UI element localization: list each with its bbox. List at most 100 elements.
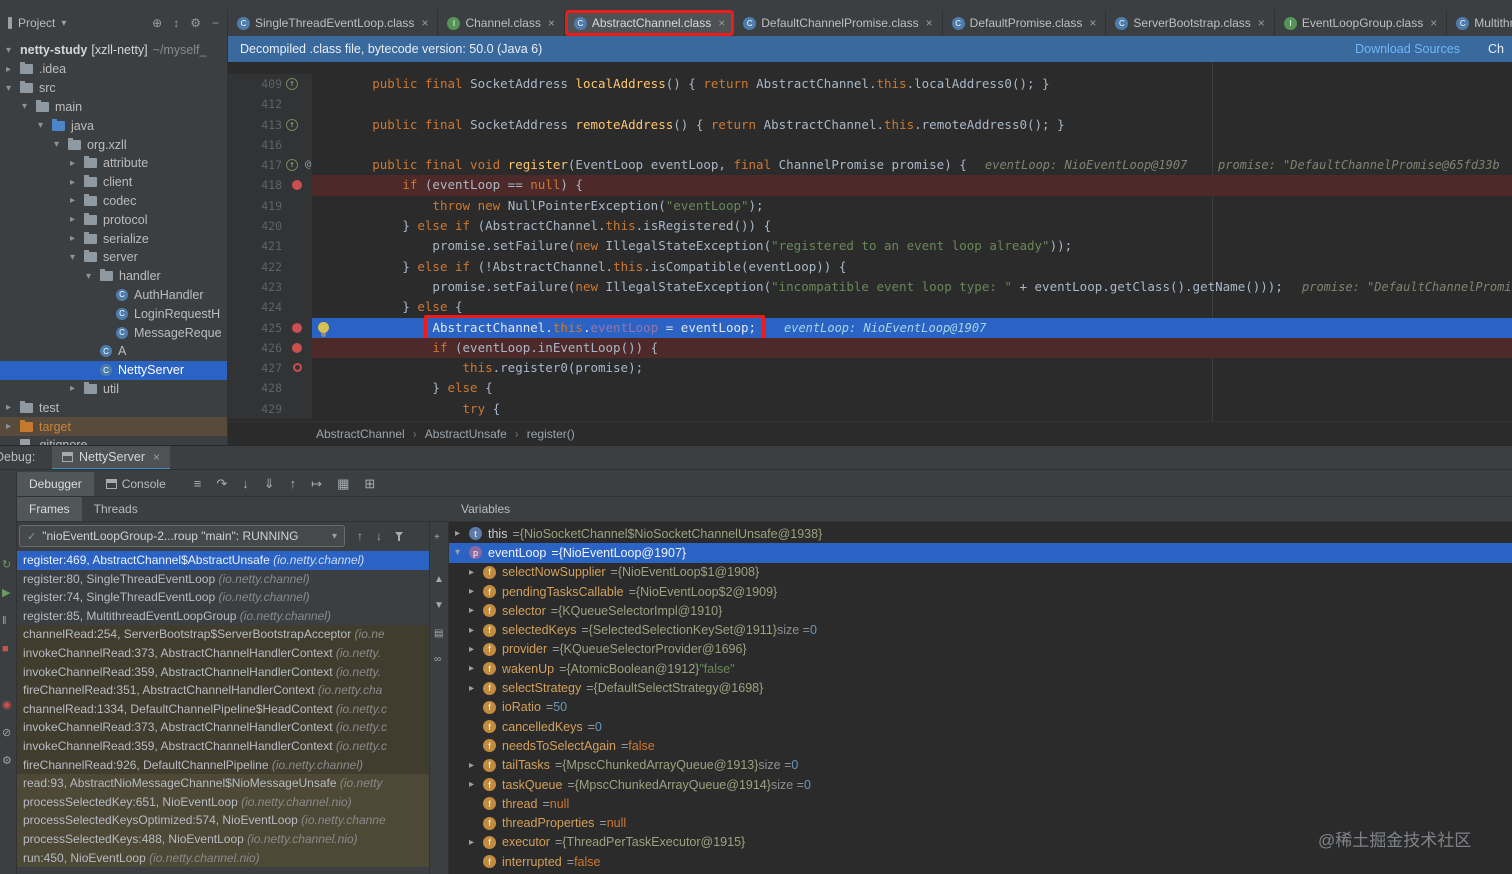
project-header-label[interactable]: Project xyxy=(18,16,55,30)
tree-item[interactable]: ▸ attribute xyxy=(0,154,227,173)
variable-row[interactable]: f cancelledKeys = 0 xyxy=(449,717,1512,736)
restore-layout-icon[interactable]: ▤ xyxy=(434,628,443,639)
code-line[interactable]: 417 ↑ @ public final void register(EventLo… xyxy=(228,155,1512,176)
view-breakpoints-icon[interactable]: ▦ xyxy=(337,476,349,492)
expand-arrow[interactable]: ▸ xyxy=(70,177,84,188)
expand-arrow[interactable]: ▾ xyxy=(455,547,469,558)
frame-row[interactable]: processSelectedKey:651, NioEventLoop (io… xyxy=(17,792,429,812)
editor-tab[interactable]: I EventLoopGroup.class × xyxy=(1275,10,1448,36)
variable-row[interactable]: ▸ t this = {NioSocketChannel$NioSocketChann… xyxy=(449,524,1512,543)
tree-item[interactable]: ▾ handler xyxy=(0,267,227,286)
tree-item[interactable]: ▸ target xyxy=(0,417,227,436)
expand-arrow[interactable]: ▸ xyxy=(6,64,20,75)
code-line[interactable]: 423 promise.setFailure(new IllegalStateE… xyxy=(228,276,1512,298)
variable-row[interactable]: f interrupted = false xyxy=(449,852,1512,871)
locate-icon[interactable]: ⊕ xyxy=(152,16,162,30)
expand-arrow[interactable]: ▸ xyxy=(469,760,483,771)
evaluate-expression-icon[interactable]: ⊞ xyxy=(364,476,375,492)
expand-arrow[interactable]: ▸ xyxy=(6,402,20,413)
intention-bulb-icon[interactable] xyxy=(318,321,329,333)
expand-arrow[interactable]: ▸ xyxy=(70,195,84,206)
code-line[interactable]: 418 if (eventLoop == null) { xyxy=(228,175,1512,196)
frame-row[interactable]: channelRead:254, ServerBootstrap$ServerB… xyxy=(17,625,429,644)
frame-row[interactable]: register:80, SingleThreadEventLoop (io.n… xyxy=(17,570,429,589)
previous-frame-icon[interactable]: ↑ xyxy=(357,529,363,543)
chevron-down-icon[interactable]: ▾ xyxy=(61,18,66,29)
download-sources-link[interactable]: Download Sources xyxy=(1355,42,1460,56)
layout-settings-icon[interactable]: ≡ xyxy=(194,476,202,492)
hide-library-frames-icon[interactable] xyxy=(395,531,404,541)
code-line[interactable]: 426 if (eventLoop.inEventLoop()) { xyxy=(228,337,1512,359)
frame-row[interactable]: channelRead:1334, DefaultChannelPipeline… xyxy=(17,699,429,719)
tree-item[interactable]: .gitignore xyxy=(0,436,227,445)
expand-arrow[interactable]: ▾ xyxy=(86,271,100,282)
variable-row[interactable]: f thread = null xyxy=(449,794,1512,813)
tab-close-icon[interactable]: × xyxy=(926,16,933,30)
expand-arrow[interactable]: ▸ xyxy=(6,421,20,432)
tree-item[interactable]: ▸ serialize xyxy=(0,229,227,248)
tab-close-icon[interactable]: × xyxy=(1089,16,1096,30)
expand-arrow[interactable]: ▸ xyxy=(455,528,469,539)
scroll-down-icon[interactable]: ▼ xyxy=(434,600,444,611)
add-watch-icon[interactable]: + xyxy=(434,532,440,543)
chevron-down-icon[interactable]: ▾ xyxy=(332,531,337,542)
code-line[interactable]: 428 } else { xyxy=(228,378,1512,399)
code-line[interactable]: 416 xyxy=(228,134,1512,156)
expand-arrow[interactable]: ▸ xyxy=(469,644,483,655)
project-root-row[interactable]: ▾ netty-study [xzll-netty] ~/myself_ xyxy=(0,40,227,60)
code-line[interactable]: 412 xyxy=(228,94,1512,115)
frame-row[interactable]: invokeChannelRead:373, AbstractChannelHa… xyxy=(17,643,429,663)
expand-arrow[interactable]: ▸ xyxy=(469,683,483,694)
tree-item[interactable]: CA xyxy=(0,342,227,361)
view-breakpoints-strip-icon[interactable]: ◉ xyxy=(2,699,12,711)
variable-row[interactable]: ▸ f taskQueue = {MpscChunkedArrayQueue@1914… xyxy=(449,775,1512,794)
expand-arrow[interactable]: ▸ xyxy=(469,567,483,578)
tab-console[interactable]: Console xyxy=(94,472,178,496)
expand-arrow[interactable]: ▸ xyxy=(469,625,483,636)
expand-arrow[interactable]: ▸ xyxy=(70,383,84,394)
expand-arrow[interactable]: ▾ xyxy=(54,139,68,150)
frame-row[interactable]: invokeChannelRead:359, AbstractChannelHa… xyxy=(17,736,429,756)
tree-item[interactable]: ▸ .idea xyxy=(0,60,227,79)
settings-icon[interactable]: ⚙ xyxy=(190,16,201,30)
debug-session-tab[interactable]: NettyServer × xyxy=(52,446,171,469)
expand-arrow[interactable]: ▸ xyxy=(70,214,84,225)
breakpoint-ring-icon[interactable] xyxy=(293,363,302,373)
variable-row[interactable]: ▸ f selectedKeys = {SelectedSelectionKeySet… xyxy=(449,620,1512,639)
tree-item[interactable]: C LoginRequestH xyxy=(0,304,227,323)
frame-row[interactable]: processSelectedKeysOptimized:574, NioEve… xyxy=(17,811,429,830)
tree-item[interactable]: ▸ test xyxy=(0,398,227,417)
tab-close-icon[interactable]: × xyxy=(548,16,555,30)
editor-tab[interactable]: C DefaultPromise.class × xyxy=(943,10,1107,36)
breakpoint-icon[interactable] xyxy=(292,322,302,333)
tree-item[interactable]: ▾ server xyxy=(0,248,227,267)
frame-row[interactable]: register:74, SingleThreadEventLoop (io.n… xyxy=(17,588,429,607)
variable-row[interactable]: ▾ p eventLoop = {NioEventLoop@1907} xyxy=(449,543,1512,563)
variable-row[interactable]: ▸ f selectStrategy = {DefaultSelectStrategy… xyxy=(449,678,1512,697)
code-line[interactable]: 427 this.register0(promise); xyxy=(228,358,1512,379)
tree-item[interactable]: ▸ client xyxy=(0,173,227,192)
mute-breakpoints-icon[interactable]: ⊘ xyxy=(2,727,11,739)
code-line[interactable]: 419 throw new NullPointerException("even… xyxy=(228,195,1512,217)
editor-tab[interactable]: C DefaultChannelPromise.class × xyxy=(734,10,943,36)
tab-close-icon[interactable]: × xyxy=(1430,16,1437,30)
frame-row[interactable]: fireChannelRead:926, DefaultChannelPipel… xyxy=(17,755,429,775)
frame-row[interactable]: invokeChannelRead:373, AbstractChannelHa… xyxy=(17,718,429,737)
editor-tab[interactable]: C SingleThreadEventLoop.class × xyxy=(228,10,439,36)
editor-tab[interactable]: C ServerBootstrap.class × xyxy=(1106,10,1275,36)
editor-tab[interactable]: C AbstractChannel.class × xyxy=(564,10,735,36)
frame-row[interactable]: fireChannelRead:351, AbstractChannelHand… xyxy=(17,681,429,700)
next-frame-icon[interactable]: ↓ xyxy=(376,529,382,543)
tab-threads[interactable]: Threads xyxy=(82,497,150,521)
resume-icon[interactable]: ▶ xyxy=(2,587,10,599)
tab-close-icon[interactable]: × xyxy=(1258,16,1265,30)
step-over-icon[interactable]: ↷ xyxy=(216,476,227,492)
expand-arrow[interactable]: ▸ xyxy=(469,663,483,674)
tree-item[interactable]: ▸ protocol xyxy=(0,210,227,229)
variable-row[interactable]: ▸ f wakenUp = {AtomicBoolean@1912} "false" xyxy=(449,659,1512,678)
variable-row[interactable]: ▸ f tailTasks = {MpscChunkedArrayQueue@1913… xyxy=(449,756,1512,775)
breadcrumb-item[interactable]: AbstractChannel xyxy=(316,427,405,441)
tree-item[interactable]: ▾ java xyxy=(0,116,227,135)
expand-arrow[interactable]: ▸ xyxy=(469,586,483,597)
pause-icon[interactable]: ‖ xyxy=(2,615,7,627)
